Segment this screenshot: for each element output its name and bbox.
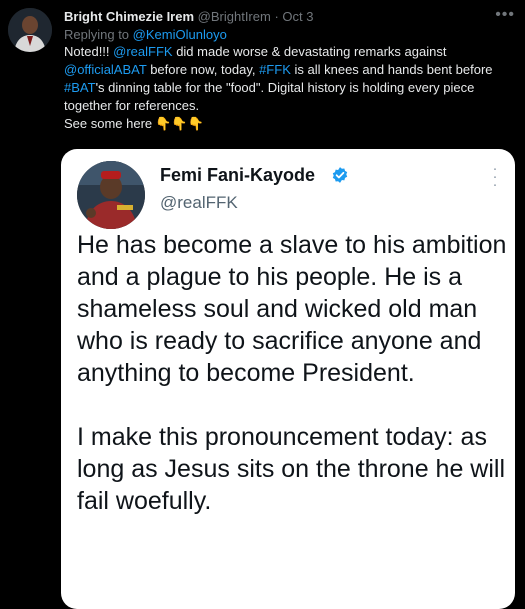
hashtag-link[interactable]: #FFK (259, 62, 291, 77)
tweet-date[interactable]: Oct 3 (282, 9, 313, 24)
embedded-tweet-image[interactable]: Femi Fani-Kayode @realFFK · · · He has bec… (61, 149, 515, 609)
embedded-paragraph-1: He has become a slave to his ambition an… (77, 231, 507, 387)
embedded-tweet-text: He has become a slave to his ambition an… (77, 229, 507, 517)
embedded-paragraph-2: I make this pronouncement today: as long… (77, 423, 506, 515)
verified-badge-icon (332, 167, 348, 183)
author-avatar[interactable] (8, 8, 52, 52)
more-horizontal-icon[interactable]: ••• (495, 6, 515, 24)
embedded-author-name: Femi Fani-Kayode (160, 165, 316, 185)
tweet-text: Noted!!! @realFFK did made worse & devas… (64, 43, 509, 115)
tweet-text-line2: See some here 👇👇👇 (64, 115, 509, 133)
replying-to-line: Replying to @KemiOlunloyo (64, 27, 227, 43)
tweet-text-segment: 's dinning table for the "food". Digital… (64, 80, 475, 113)
tweet-text-segment: did made worse & devastating remarks aga… (172, 44, 447, 59)
more-vertical-icon: · · · (492, 160, 498, 193)
pointing-down-emoji: 👇👇👇 (155, 116, 204, 131)
tweet-header: Bright Chimezie Irem @BrightIrem · Oct 3 (64, 9, 314, 25)
replying-to-prefix: Replying to (64, 27, 130, 42)
embedded-author-avatar (77, 161, 145, 229)
author-avatar-image (8, 8, 52, 52)
tweet-text-segment: is all knees and hands bent before (290, 62, 493, 77)
meta-separator: · (274, 9, 279, 24)
tweet-text-segment: Noted!!! (64, 44, 114, 59)
author-handle[interactable]: @BrightIrem (198, 9, 271, 24)
mention-link[interactable]: @realFFK (113, 44, 172, 59)
mention-link[interactable]: @officialABAT (64, 62, 147, 77)
tweet-text-segment: before now, today, (146, 62, 260, 77)
embedded-author-handle: @realFFK (160, 193, 238, 212)
replying-to-mention[interactable]: @KemiOlunloyo (133, 27, 227, 42)
embedded-avatar-image (77, 161, 145, 229)
hashtag-link[interactable]: #BAT (64, 80, 96, 95)
tweet-body: Noted!!! @realFFK did made worse & devas… (64, 43, 509, 133)
see-some-here-text: See some here (64, 116, 153, 131)
author-name[interactable]: Bright Chimezie Irem (64, 9, 194, 24)
